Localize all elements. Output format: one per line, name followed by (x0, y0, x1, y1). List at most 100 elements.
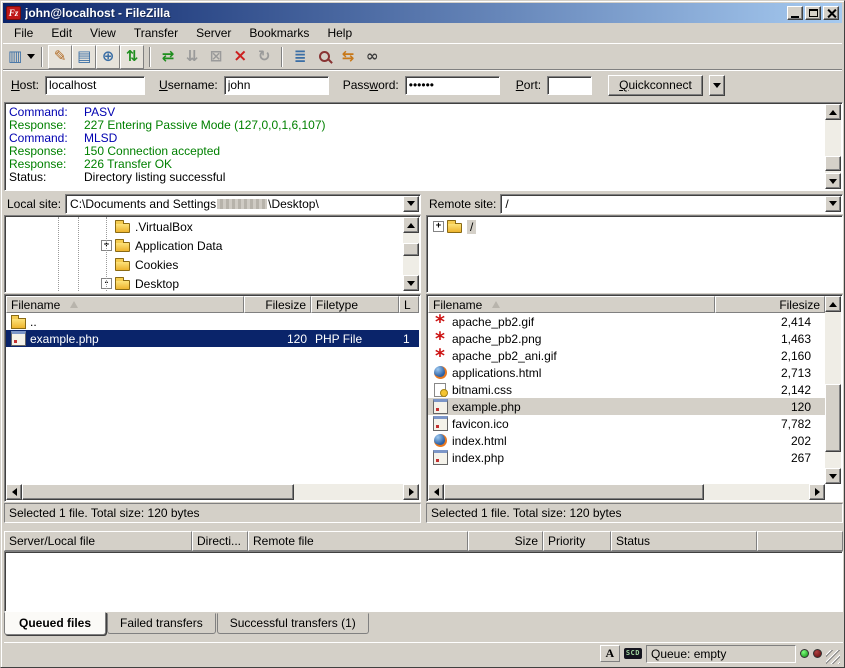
menu-help[interactable]: Help (318, 24, 361, 42)
binoculars-icon: ∞ (366, 49, 379, 64)
scroll-down-button[interactable] (403, 275, 419, 291)
column-header-filetype[interactable]: Filetype (311, 296, 399, 313)
quickconnect-dropdown-button[interactable] (709, 75, 725, 96)
remote-tree-icon: ⊕ (102, 49, 115, 64)
sync-browsing-icon: ⇆ (342, 49, 355, 64)
menu-edit[interactable]: Edit (42, 24, 81, 42)
site-manager-button[interactable]: ▥ (7, 45, 36, 69)
maximize-button[interactable] (805, 6, 821, 20)
toggle-log-view-button[interactable]: ✎ (48, 45, 72, 69)
directory-comparison-button[interactable] (312, 45, 336, 69)
local-site-dropdown-button[interactable] (403, 196, 419, 212)
menu-server[interactable]: Server (187, 24, 240, 42)
toggle-local-tree-button[interactable]: ▤ (72, 45, 96, 69)
reconnect-button[interactable]: ↻ (252, 45, 276, 69)
column-header-filename[interactable]: Filename (428, 296, 715, 313)
remote-site-dropdown-button[interactable] (825, 196, 841, 212)
encryption-indicator-icon[interactable]: SCD (624, 648, 642, 659)
resize-grip[interactable] (826, 650, 840, 664)
file-row[interactable]: *apache_pb2_ani.gif 2,160 (428, 347, 825, 364)
tree-item-desktop[interactable]: - Desktop (6, 274, 403, 291)
queue-body[interactable] (4, 551, 843, 612)
arrow-down-icon (407, 281, 415, 286)
column-header-priority[interactable]: Priority (543, 531, 611, 551)
column-header-filename[interactable]: Filename (6, 296, 244, 313)
tree-item-root[interactable]: + / (428, 217, 841, 236)
scroll-right-button[interactable] (809, 484, 825, 500)
scroll-down-button[interactable] (825, 468, 841, 484)
local-site-combobox[interactable]: C:\Documents and Settings\Desktop\ (65, 194, 421, 214)
synchronized-browsing-button[interactable]: ⇆ (336, 45, 360, 69)
tab-successful-transfers[interactable]: Successful transfers (1) (217, 613, 369, 634)
log-scrollbar[interactable] (825, 104, 841, 189)
directory-filters-button[interactable]: ≣ (288, 45, 312, 69)
scroll-thumb[interactable] (444, 484, 704, 500)
file-row[interactable]: favicon.ico 7,782 (428, 415, 825, 432)
scroll-left-button[interactable] (6, 484, 22, 500)
minimize-button[interactable] (787, 6, 803, 20)
host-input[interactable] (45, 76, 145, 95)
scroll-thumb[interactable] (22, 484, 294, 500)
html-file-icon (432, 366, 448, 380)
username-input[interactable] (224, 76, 329, 95)
file-row-example-php[interactable]: example.php 120 PHP File 1 (6, 330, 419, 347)
process-queue-button[interactable]: ⇊ (180, 45, 204, 69)
scroll-down-button[interactable] (825, 173, 841, 189)
scroll-thumb[interactable] (825, 384, 841, 452)
scroll-thumb[interactable] (403, 243, 419, 256)
file-row[interactable]: applications.html 2,713 (428, 364, 825, 381)
tab-queued-files[interactable]: Queued files (4, 612, 106, 635)
remote-list-vscrollbar[interactable] (825, 296, 841, 484)
file-row[interactable]: *apache_pb2.gif 2,414 (428, 313, 825, 330)
column-header-size[interactable]: Size (468, 531, 543, 551)
tree-item-virtualbox[interactable]: .VirtualBox (6, 217, 403, 236)
password-input[interactable] (405, 76, 500, 95)
file-row[interactable]: index.html 202 (428, 432, 825, 449)
find-files-button[interactable]: ∞ (360, 45, 384, 69)
scroll-up-button[interactable] (403, 217, 419, 233)
local-tree-scrollbar[interactable] (403, 217, 419, 291)
column-header-lastmodified[interactable]: L (399, 296, 419, 313)
remote-site-combobox[interactable]: / (500, 194, 843, 214)
menu-view[interactable]: View (81, 24, 125, 42)
expand-plus-icon[interactable]: + (433, 221, 444, 232)
column-header-status[interactable]: Status (611, 531, 757, 551)
file-row-parent-dir[interactable]: .. (6, 313, 419, 330)
cancel-operation-button[interactable]: ⊠ (204, 45, 228, 69)
scroll-thumb[interactable] (825, 156, 841, 171)
port-input[interactable] (547, 76, 592, 95)
toggle-transfer-queue-button[interactable]: ⇅ (120, 45, 144, 69)
menu-transfer[interactable]: Transfer (125, 24, 187, 42)
file-row[interactable]: *apache_pb2.png 1,463 (428, 330, 825, 347)
toggle-remote-tree-button[interactable]: ⊕ (96, 45, 120, 69)
ascii-transfer-type-icon[interactable]: A (600, 645, 620, 662)
titlebar[interactable]: Fz john@localhost - FileZilla (3, 3, 842, 23)
quickconnect-button[interactable]: Quickconnect (608, 75, 703, 96)
remote-list-hscrollbar[interactable] (428, 484, 825, 500)
tree-item-application-data[interactable]: + Application Data (6, 236, 403, 255)
file-name: bitnami.css (452, 383, 512, 397)
file-row-selected[interactable]: example.php 120 (428, 398, 825, 415)
menubar: File Edit View Transfer Server Bookmarks… (3, 23, 842, 43)
column-header-filesize[interactable]: Filesize (715, 296, 825, 313)
menu-file[interactable]: File (5, 24, 42, 42)
menu-bookmarks[interactable]: Bookmarks (240, 24, 318, 42)
refresh-button[interactable]: ⇄ (156, 45, 180, 69)
column-header-direction[interactable]: Directi... (192, 531, 248, 551)
html-file-icon (432, 434, 448, 448)
close-button[interactable] (823, 6, 839, 20)
local-list-hscrollbar[interactable] (6, 484, 419, 500)
scroll-left-button[interactable] (428, 484, 444, 500)
scroll-up-button[interactable] (825, 104, 841, 120)
tab-failed-transfers[interactable]: Failed transfers (107, 613, 216, 634)
column-header-server-local-file[interactable]: Server/Local file (4, 531, 192, 551)
file-row[interactable]: bitnami.css 2,142 (428, 381, 825, 398)
file-row[interactable]: index.php 267 (428, 449, 825, 466)
disconnect-button[interactable]: × (228, 45, 252, 69)
scroll-right-button[interactable] (403, 484, 419, 500)
queue-header: Server/Local file Directi... Remote file… (4, 531, 843, 551)
tree-item-cookies[interactable]: Cookies (6, 255, 403, 274)
column-header-filesize[interactable]: Filesize (244, 296, 311, 313)
scroll-up-button[interactable] (825, 296, 841, 312)
column-header-remote-file[interactable]: Remote file (248, 531, 468, 551)
